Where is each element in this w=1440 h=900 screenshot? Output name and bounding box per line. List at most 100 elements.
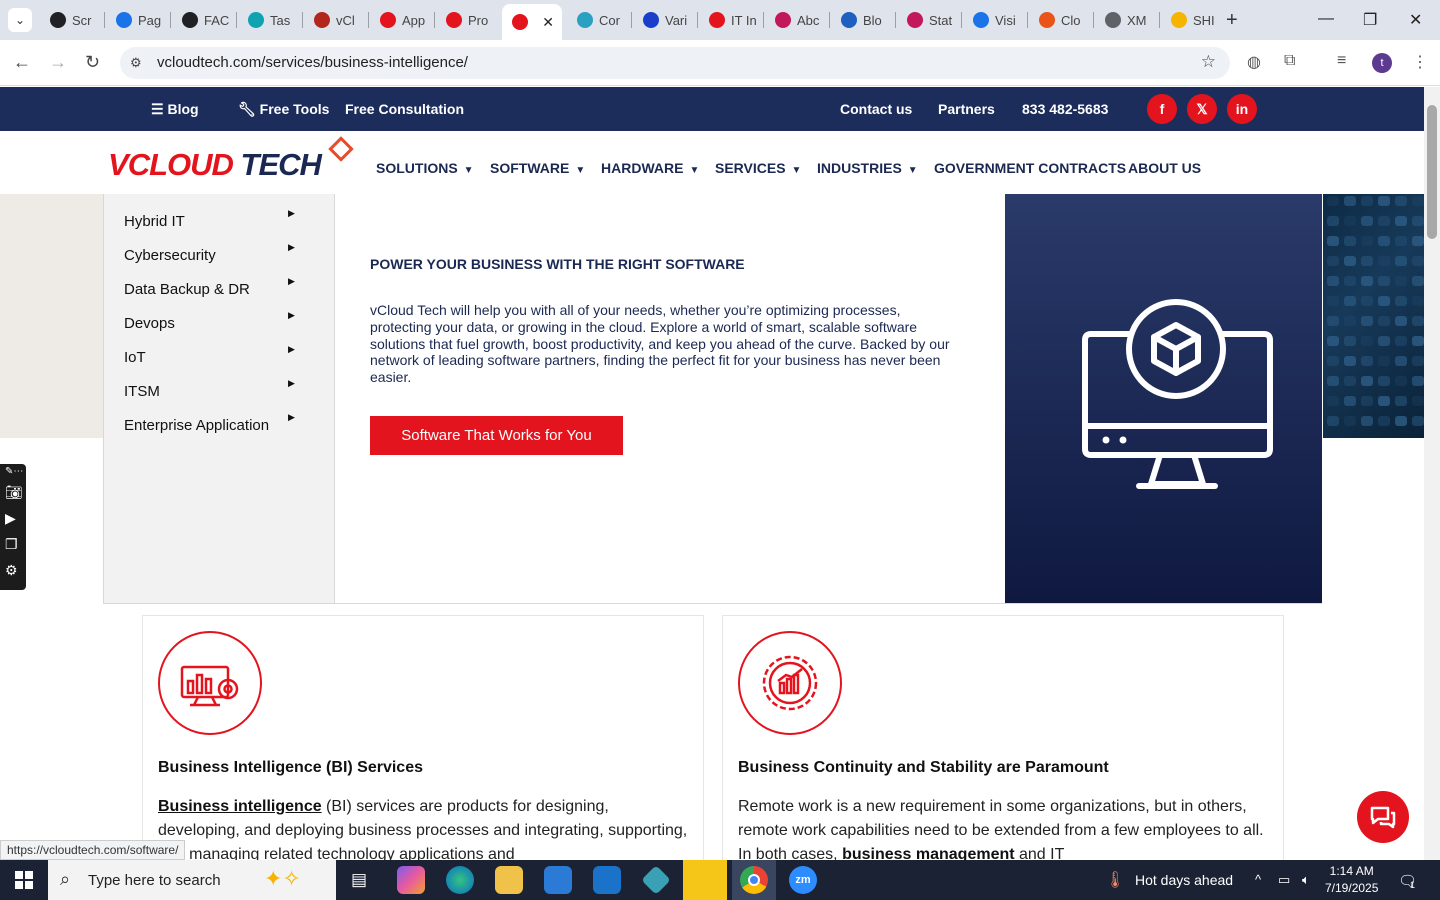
tab-search-button[interactable]: ⌄ [8, 8, 32, 32]
url-omnibox[interactable]: ⚙ vcloudtech.com/services/business-intel… [120, 47, 1230, 79]
browser-tab[interactable]: Scr [40, 6, 102, 34]
side-menu-item[interactable]: Devops [124, 315, 175, 332]
browser-tab[interactable]: ✕ [502, 4, 562, 40]
chevron-down-icon: ▼ [791, 165, 802, 176]
browser-tab[interactable]: App [370, 6, 432, 34]
profile-avatar[interactable]: t [1372, 53, 1392, 73]
browser-tab[interactable]: SHI [1161, 6, 1223, 34]
volume-icon[interactable]: 🔈︎ [1302, 872, 1310, 888]
browser-tab[interactable]: Tas [238, 6, 300, 34]
site-logo[interactable]: VCLOUD TECH [108, 147, 322, 183]
nav-item-government-contracts[interactable]: GOVERNMENT CONTRACTS [934, 160, 1126, 176]
browser-tab[interactable]: Pro [436, 6, 498, 34]
linkedin-icon[interactable]: in [1227, 94, 1257, 124]
browser-tab[interactable]: XM [1095, 6, 1157, 34]
browser-tab[interactable]: Clo [1029, 6, 1091, 34]
browser-tab[interactable]: Visi [963, 6, 1025, 34]
settings-gear-icon[interactable]: ⚙ [5, 562, 18, 579]
zoom-icon[interactable]: zm [789, 866, 817, 894]
minimize-button[interactable]: — [1318, 10, 1334, 28]
browser-tab[interactable]: IT In [699, 6, 761, 34]
side-menu-item[interactable]: Enterprise Application [124, 417, 269, 434]
photo-panel-cell [1412, 256, 1424, 266]
new-tab-button[interactable]: + [1226, 10, 1238, 30]
free-tools-link[interactable]: 🔧︎ Free Tools [238, 101, 329, 118]
more-menu-icon[interactable]: ⋮ [1412, 52, 1428, 72]
nav-item-solutions[interactable]: SOLUTIONS ▼ [376, 160, 474, 176]
store-icon[interactable] [544, 866, 572, 894]
side-menu-item[interactable]: ITSM [124, 383, 160, 400]
side-menu-item[interactable]: Data Backup & DR [124, 281, 250, 298]
network-icon[interactable]: ▭ [1278, 872, 1290, 888]
free-consultation-link[interactable]: Free Consultation [345, 101, 464, 117]
contact-us-link[interactable]: Contact us [840, 101, 912, 117]
address-bar-row: ← → ↻ ⚙ vcloudtech.com/services/business… [0, 40, 1440, 86]
partners-link[interactable]: Partners [938, 101, 995, 117]
camera-icon[interactable]: 📷︎ [5, 484, 23, 501]
back-icon[interactable]: ← [13, 52, 31, 73]
copilot-icon[interactable] [397, 866, 425, 894]
blog-link[interactable]: ☰ Blog [151, 101, 199, 118]
url-text[interactable]: vcloudtech.com/services/business-intelli… [157, 54, 468, 71]
mail-icon[interactable] [593, 866, 621, 894]
site-info-icon[interactable]: ⚙ [130, 55, 142, 71]
video-camera-icon[interactable]: ▶ [5, 510, 16, 527]
facebook-icon[interactable]: f [1147, 94, 1177, 124]
chrome-taskbar-item[interactable] [732, 860, 776, 900]
nav-item-hardware[interactable]: HARDWARE ▼ [601, 160, 699, 176]
browser-tab[interactable]: Abc [765, 6, 827, 34]
reload-icon[interactable]: ↻ [85, 52, 100, 73]
x-twitter-icon[interactable]: 𝕏 [1187, 94, 1217, 124]
photo-panel-cell [1361, 276, 1373, 286]
maximize-button[interactable]: ❐ [1363, 10, 1377, 30]
weather-text[interactable]: Hot days ahead [1135, 872, 1233, 888]
business-intelligence-link[interactable]: Business intelligence [158, 798, 322, 815]
software-cta-button[interactable]: Software That Works for You [370, 416, 623, 455]
browser-tab[interactable]: Cor [567, 6, 629, 34]
browser-tab[interactable]: Pag [106, 6, 168, 34]
forward-icon[interactable]: → [49, 52, 67, 73]
file-explorer-icon[interactable] [495, 866, 523, 894]
nav-item-services[interactable]: SERVICES ▼ [715, 160, 801, 176]
nav-item-software[interactable]: SOFTWARE ▼ [490, 160, 585, 176]
translate-icon[interactable]: ◍ [1247, 52, 1261, 72]
scrollbar-thumb[interactable] [1427, 105, 1437, 239]
chat-widget-button[interactable] [1357, 791, 1409, 843]
system-clock[interactable]: 1:14 AM 7/19/2025 [1325, 863, 1378, 897]
tab-favicon-icon [380, 12, 396, 28]
media-control-icon[interactable]: ≡ [1337, 52, 1346, 70]
windows-icon[interactable]: ❐ [5, 536, 18, 553]
side-menu-item[interactable]: IoT [124, 349, 146, 366]
photo-panel-cell [1327, 336, 1339, 346]
side-menu-item[interactable]: Hybrid IT [124, 213, 185, 230]
phone-link[interactable]: 833 482-5683 [1022, 101, 1108, 117]
tab-close-icon[interactable]: ✕ [542, 14, 554, 31]
extensions-icon[interactable]: ⧉ [1284, 52, 1295, 70]
edge-icon[interactable] [446, 866, 474, 894]
sticky-notes-icon[interactable] [683, 860, 727, 900]
photo-panel-cell [1361, 356, 1373, 366]
browser-tab[interactable]: Vari [633, 6, 695, 34]
bookmark-star-icon[interactable]: ☆ [1201, 52, 1216, 72]
tray-expand-icon[interactable]: ^ [1255, 872, 1261, 887]
browser-tab[interactable]: vCl [304, 6, 366, 34]
photo-panel-cell [1344, 296, 1356, 306]
task-view-icon[interactable]: ▤ [351, 870, 367, 890]
nav-item-industries[interactable]: INDUSTRIES ▼ [817, 160, 918, 176]
pen-more-icon[interactable]: ✎⋯ [5, 466, 23, 477]
app-diamond-icon[interactable] [641, 865, 671, 895]
browser-tab[interactable]: Stat [897, 6, 959, 34]
tab-label: App [402, 12, 426, 28]
browser-tab[interactable]: Blo [831, 6, 893, 34]
start-button[interactable] [0, 860, 48, 900]
search-placeholder[interactable]: Type here to search [88, 872, 221, 889]
windows-logo-icon [15, 871, 33, 889]
side-menu-item[interactable]: Cybersecurity [124, 247, 216, 264]
tab-favicon-icon [1105, 12, 1121, 28]
notification-count: 1 [1410, 880, 1416, 890]
page-scrollbar[interactable] [1424, 87, 1440, 860]
nav-item-about-us[interactable]: ABOUT US [1128, 160, 1201, 176]
close-window-button[interactable]: ✕ [1409, 10, 1422, 30]
taskbar-search[interactable]: ⌕ Type here to search ✦✧ [48, 860, 336, 900]
browser-tab[interactable]: FAC [172, 6, 234, 34]
